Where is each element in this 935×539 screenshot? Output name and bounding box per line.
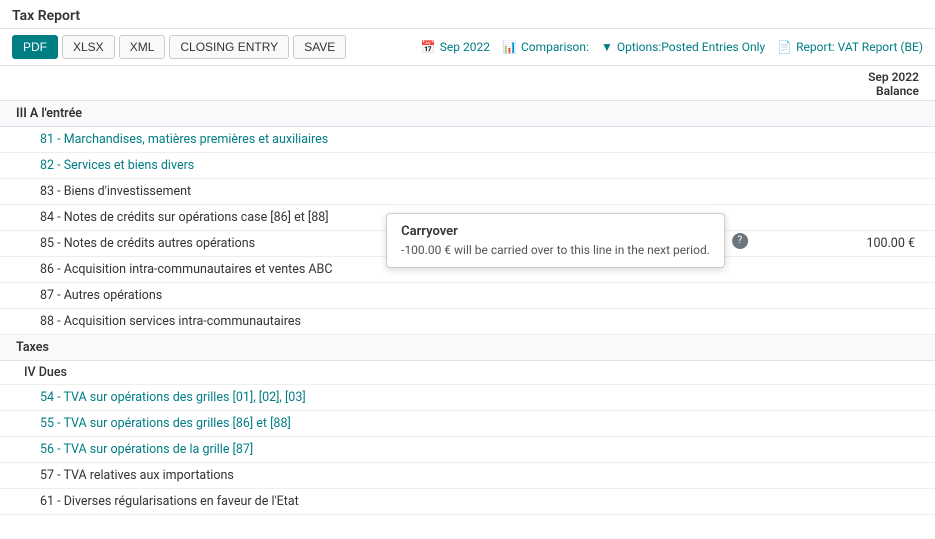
tooltip-title: Carryover	[401, 224, 710, 239]
table-row: 87 - Autres opérations	[0, 283, 935, 309]
comparison-button[interactable]: 📊 Comparison:	[502, 40, 589, 54]
report-content: Sep 2022 Balance III A l'entrée 81 - Mar…	[0, 66, 935, 520]
section-iii-header: III A l'entrée	[0, 101, 935, 127]
tooltip-body: -100.00 € will be carried over to this l…	[401, 243, 710, 257]
table-row: 82 - Services et biens divers	[0, 153, 935, 179]
row-link-55[interactable]: 55 - TVA sur opérations des grilles [86]…	[40, 416, 291, 431]
row-link-81[interactable]: 81 - Marchandises, matières premières et…	[40, 132, 328, 147]
options-button[interactable]: ▼ Options:Posted Entries Only	[601, 40, 765, 54]
report-icon: 📄	[777, 40, 792, 54]
carryover-tooltip: Carryover -100.00 € will be carried over…	[386, 213, 725, 268]
balance-column-header: Sep 2022 Balance	[819, 70, 919, 98]
xlsx-button[interactable]: XLSX	[62, 35, 115, 59]
table-row: 88 - Acquisition services intra-communau…	[0, 309, 935, 335]
row-link-82[interactable]: 82 - Services et biens divers	[40, 158, 194, 173]
row-value-85: 100.00 €	[819, 236, 919, 251]
column-headers: Sep 2022 Balance	[0, 66, 935, 101]
toolbar: PDF XLSX XML CLOSING ENTRY SAVE 📅 Sep 20…	[0, 29, 935, 66]
row-label-83: 83 - Biens d'investissement	[40, 184, 819, 199]
table-row: 83 - Biens d'investissement	[0, 179, 935, 205]
date-picker[interactable]: 📅 Sep 2022	[421, 40, 490, 54]
table-row: 84 - Notes de crédits sur opérations cas…	[0, 205, 935, 231]
pdf-button[interactable]: PDF	[12, 35, 58, 59]
calendar-icon: 📅	[421, 40, 436, 54]
help-icon[interactable]: ?	[732, 233, 748, 249]
row-label-54: 54 - TVA sur opérations des grilles [01]…	[40, 390, 819, 405]
xml-button[interactable]: XML	[119, 35, 166, 59]
table-row: 55 - TVA sur opérations des grilles [86]…	[0, 411, 935, 437]
row-label-88: 88 - Acquisition services intra-communau…	[40, 314, 819, 329]
save-button[interactable]: SAVE	[293, 35, 346, 59]
row-label-56: 56 - TVA sur opérations de la grille [87…	[40, 442, 819, 457]
toolbar-right: 📅 Sep 2022 📊 Comparison: ▼ Options:Poste…	[421, 40, 923, 54]
row-label-55: 55 - TVA sur opérations des grilles [86]…	[40, 416, 819, 431]
table-row: 81 - Marchandises, matières premières et…	[0, 127, 935, 153]
row-label-87: 87 - Autres opérations	[40, 288, 819, 303]
window-title: Tax Report	[0, 0, 935, 29]
table-row: 61 - Diverses régularisations en faveur …	[0, 489, 935, 515]
section-a-entree: III A l'entrée 81 - Marchandises, matièr…	[0, 101, 935, 335]
row-label-82: 82 - Services et biens divers	[40, 158, 819, 173]
table-row: 57 - TVA relatives aux importations	[0, 463, 935, 489]
row-label-61: 61 - Diverses régularisations en faveur …	[40, 494, 819, 509]
row-label-57: 57 - TVA relatives aux importations	[40, 468, 819, 483]
table-row: 56 - TVA sur opérations de la grille [87…	[0, 437, 935, 463]
closing-entry-button[interactable]: CLOSING ENTRY	[169, 35, 289, 59]
row-link-54[interactable]: 54 - TVA sur opérations des grilles [01]…	[40, 390, 306, 405]
row-label-81: 81 - Marchandises, matières premières et…	[40, 132, 819, 147]
report-button[interactable]: 📄 Report: VAT Report (BE)	[777, 40, 923, 54]
row-link-56[interactable]: 56 - TVA sur opérations de la grille [87…	[40, 442, 253, 457]
table-row: 54 - TVA sur opérations des grilles [01]…	[0, 385, 935, 411]
table-row: 63 - TVA à reverser sur notes de crédit …	[0, 515, 935, 520]
section-taxes-header: Taxes	[0, 335, 935, 361]
subsection-iv-dues: IV Dues	[0, 361, 935, 385]
filter-icon: ▼	[601, 40, 613, 54]
chart-icon: 📊	[502, 40, 517, 54]
